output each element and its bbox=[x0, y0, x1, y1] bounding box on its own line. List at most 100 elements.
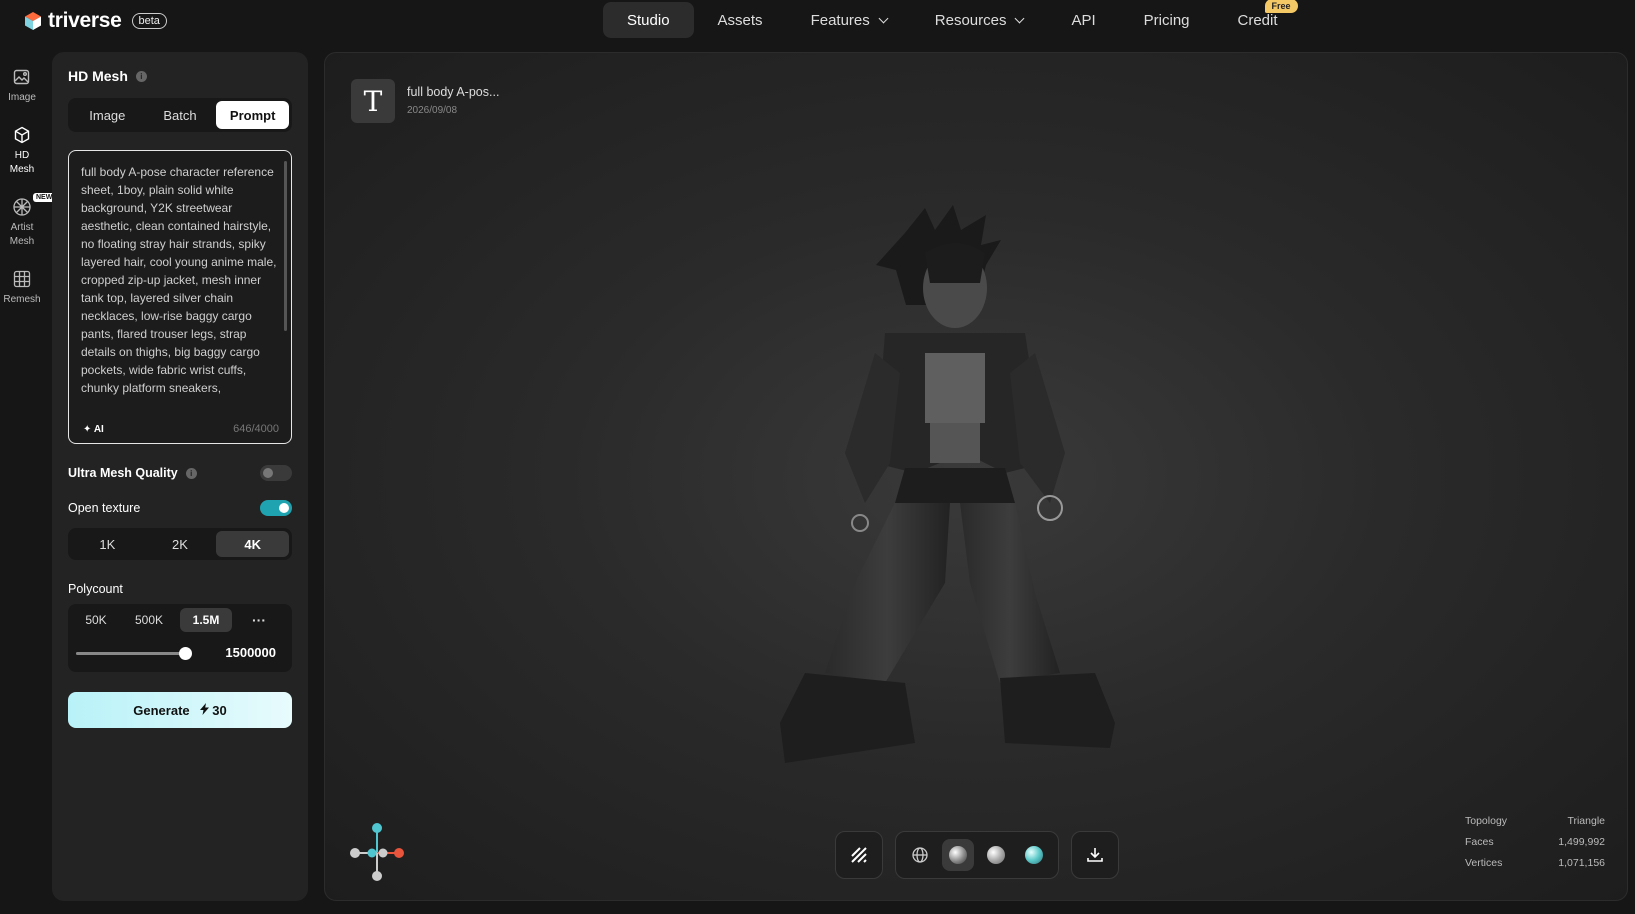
globe-icon bbox=[912, 847, 928, 863]
open-texture-label: Open texture bbox=[68, 501, 141, 515]
generate-button[interactable]: Generate 30 bbox=[68, 692, 292, 728]
res-1k[interactable]: 1K bbox=[71, 531, 144, 557]
rail-item-remesh[interactable]: Remesh bbox=[0, 269, 44, 307]
prompt-input[interactable]: full body A-pose character reference she… bbox=[68, 150, 292, 444]
slider-handle[interactable] bbox=[179, 647, 193, 660]
stat-label: Topology bbox=[1465, 815, 1508, 827]
nav-credit[interactable]: Credit Free bbox=[1214, 0, 1302, 38]
nav-label: Assets bbox=[717, 11, 763, 29]
tab-image[interactable]: Image bbox=[71, 101, 144, 129]
stat-label: Vertices bbox=[1465, 857, 1503, 869]
main-nav: Studio Assets Features Resources API Pri… bbox=[603, 0, 1302, 38]
nav-label: Credit bbox=[1237, 11, 1278, 29]
poly-500k[interactable]: 500K bbox=[124, 608, 174, 632]
clay-view-button[interactable] bbox=[942, 839, 974, 871]
poly-50k[interactable]: 50K bbox=[74, 608, 118, 632]
info-icon[interactable]: i bbox=[135, 70, 147, 82]
left-rail: Image HD Mesh NEW Artist Mesh Remesh bbox=[0, 55, 56, 327]
3d-viewport[interactable]: T full body A-pos... 2026/09/08 Topology… bbox=[324, 52, 1628, 901]
tab-batch[interactable]: Batch bbox=[144, 101, 217, 129]
asset-info: full body A-pos... 2026/09/08 bbox=[407, 79, 499, 116]
download-button[interactable] bbox=[1079, 839, 1111, 871]
viewport-toolbar bbox=[835, 830, 1119, 880]
logo-icon bbox=[25, 12, 41, 30]
stat-value: Triangle bbox=[1567, 815, 1605, 827]
rail-label: Remesh bbox=[3, 294, 41, 305]
nav-pricing[interactable]: Pricing bbox=[1120, 2, 1214, 38]
nav-label: Pricing bbox=[1143, 11, 1190, 29]
open-texture-toggle[interactable] bbox=[260, 500, 292, 516]
nav-assets[interactable]: Assets bbox=[694, 2, 787, 38]
cost: 30 bbox=[199, 702, 227, 718]
grid-icon bbox=[13, 270, 31, 288]
open-texture-row: Open texture bbox=[68, 501, 140, 515]
ai-enhance-button[interactable]: ✦ AI bbox=[83, 424, 104, 435]
axis-gizmo[interactable] bbox=[347, 818, 417, 888]
prompt-text[interactable]: full body A-pose character reference she… bbox=[81, 163, 277, 413]
texture-view-button[interactable] bbox=[1018, 839, 1050, 871]
asset-name: full body A-pos... bbox=[407, 85, 500, 99]
stat-row: Faces 1,499,992 bbox=[1465, 836, 1605, 848]
prompt-scrollbar[interactable] bbox=[284, 161, 287, 331]
download-icon bbox=[1087, 848, 1103, 862]
stat-label: Faces bbox=[1465, 836, 1494, 848]
panel-title-text: HD Mesh bbox=[68, 68, 128, 84]
info-icon[interactable]: i bbox=[185, 467, 197, 479]
stripes-icon bbox=[851, 847, 867, 863]
mesh-ball-icon bbox=[13, 198, 31, 216]
tab-prompt[interactable]: Prompt bbox=[216, 101, 290, 129]
asset-header: T full body A-pos... 2026/09/08 bbox=[351, 79, 499, 123]
rail-label: HD Mesh bbox=[9, 150, 35, 175]
texture-resolution: 1K 2K 4K bbox=[68, 528, 292, 560]
wireframe-group bbox=[835, 831, 883, 879]
generation-panel: HD Mesh i Image Batch Prompt full body A… bbox=[52, 52, 308, 901]
nav-label: Studio bbox=[627, 11, 670, 29]
texture-sphere-icon bbox=[1025, 846, 1043, 864]
res-2k[interactable]: 2K bbox=[144, 531, 217, 557]
download-group bbox=[1071, 831, 1119, 879]
stat-row: Vertices 1,071,156 bbox=[1465, 857, 1605, 869]
wireframe-view-button[interactable] bbox=[904, 839, 936, 871]
res-4k[interactable]: 4K bbox=[216, 531, 290, 557]
logo[interactable]: triverse beta bbox=[24, 9, 167, 33]
more-options-button[interactable]: ··· bbox=[244, 608, 274, 632]
character-model[interactable] bbox=[765, 203, 1145, 823]
stat-value: 1,071,156 bbox=[1558, 857, 1605, 869]
matte-view-button[interactable] bbox=[980, 839, 1012, 871]
ultra-mesh-row: Ultra Mesh Quality i bbox=[68, 466, 197, 480]
polycount-label: Polycount bbox=[68, 582, 123, 596]
app-name: triverse bbox=[48, 9, 122, 32]
stat-value: 1,499,992 bbox=[1558, 836, 1605, 848]
slider-fill bbox=[76, 652, 186, 655]
nav-features[interactable]: Features bbox=[787, 2, 911, 38]
nav-studio[interactable]: Studio bbox=[603, 2, 694, 38]
stat-row: Topology Triangle bbox=[1465, 815, 1605, 827]
rail-label: Image bbox=[8, 92, 36, 103]
beta-badge: beta bbox=[131, 13, 167, 29]
generate-label: Generate bbox=[133, 702, 190, 718]
rail-item-artist-mesh[interactable]: NEW Artist Mesh bbox=[0, 193, 56, 249]
ai-label: AI bbox=[93, 424, 104, 435]
ultra-mesh-label: Ultra Mesh Quality bbox=[68, 466, 178, 480]
rail-item-hd-mesh[interactable]: HD Mesh bbox=[0, 125, 44, 177]
nav-label: Features bbox=[810, 11, 870, 29]
char-counter: 646/4000 bbox=[233, 423, 279, 435]
mode-tabs: Image Batch Prompt bbox=[68, 98, 292, 132]
wireframe-toggle-button[interactable] bbox=[843, 839, 875, 871]
nav-label: Resources bbox=[934, 11, 1007, 29]
polycount-slider[interactable] bbox=[76, 647, 193, 660]
cube-icon bbox=[14, 126, 30, 144]
rail-item-image[interactable]: Image bbox=[0, 67, 44, 105]
panel-title: HD Mesh i bbox=[68, 68, 147, 84]
mesh-stats: Topology Triangle Faces 1,499,992 Vertic… bbox=[1465, 815, 1605, 878]
nav-api[interactable]: API bbox=[1047, 2, 1119, 38]
poly-1-5m[interactable]: 1.5M bbox=[180, 608, 232, 632]
nav-resources[interactable]: Resources bbox=[911, 2, 1048, 38]
material-group bbox=[895, 831, 1059, 879]
ultra-mesh-toggle[interactable] bbox=[260, 465, 292, 481]
free-badge: Free bbox=[1264, 0, 1298, 13]
asset-date: 2026/09/08 bbox=[407, 105, 458, 116]
toggle-knob bbox=[279, 503, 289, 513]
rail-label: Artist Mesh bbox=[9, 222, 35, 247]
toggle-knob bbox=[263, 468, 273, 478]
